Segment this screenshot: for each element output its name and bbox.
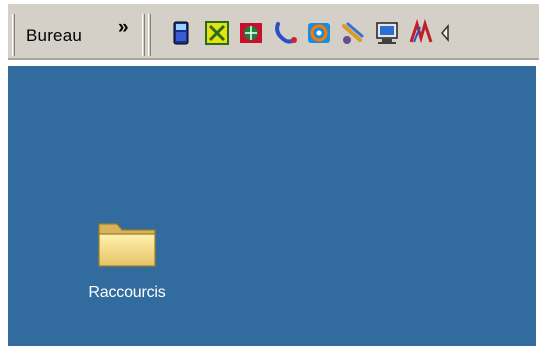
folder-icon <box>98 223 156 267</box>
acrobat-icon[interactable] <box>406 18 436 48</box>
desktop[interactable]: Raccourcis <box>8 66 536 346</box>
toolbar-grip[interactable] <box>12 14 15 56</box>
toolbar-title[interactable]: Bureau <box>26 26 82 46</box>
phone-icon[interactable] <box>166 18 196 48</box>
browser-icon[interactable] <box>304 18 334 48</box>
toolbar-grip[interactable] <box>148 14 151 56</box>
desktop-icon-label: Raccourcis <box>88 284 166 301</box>
screen: Bureau » Raccourcis <box>0 0 539 351</box>
back-arrow-icon[interactable] <box>438 18 468 48</box>
dialer-icon[interactable] <box>270 18 300 48</box>
toolbar-grip[interactable] <box>142 14 145 56</box>
desktop-shortcut-raccourcis[interactable]: Raccourcis <box>72 214 182 302</box>
chevron-more-icon[interactable]: » <box>118 18 129 38</box>
excel-icon[interactable] <box>202 18 232 48</box>
paint-icon[interactable] <box>338 18 368 48</box>
computer-icon[interactable] <box>372 18 402 48</box>
taskbar-toolbar: Bureau » <box>8 4 539 60</box>
network-globe-icon[interactable] <box>236 18 266 48</box>
